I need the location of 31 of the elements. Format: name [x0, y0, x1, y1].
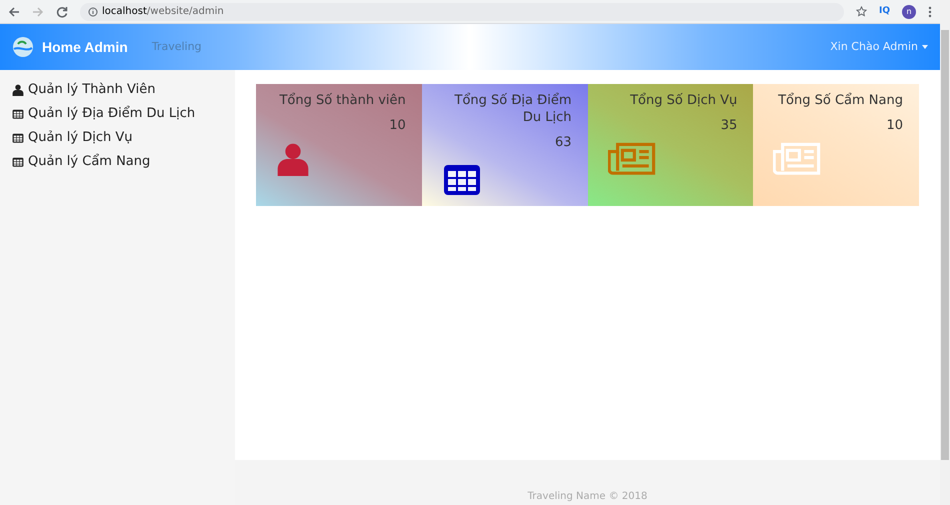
table-icon — [12, 108, 24, 120]
card-title: Tổng Số Cẩm Nang — [777, 92, 903, 109]
sidebar-link[interactable]: Quản lý Dịch Vụ — [28, 128, 133, 148]
globe-logo-icon — [12, 36, 34, 58]
back-icon[interactable] — [8, 6, 20, 18]
url-text: localhost/website/admin — [102, 5, 224, 19]
card-title: Tổng Số Dịch Vụ — [629, 92, 738, 109]
card-title: Tổng Số Địa Điểm Du Lịch — [454, 92, 572, 126]
card-title: Tổng Số thành viên — [278, 92, 406, 109]
sidebar-link[interactable]: Quản lý Thành Viên — [28, 80, 156, 100]
person-icon — [276, 142, 310, 176]
card-count: 10 — [388, 117, 406, 135]
info-icon — [88, 6, 98, 16]
sidebar-link[interactable]: Quản lý Địa Điểm Du Lịch — [28, 104, 196, 124]
newspaper-icon — [608, 142, 656, 176]
footer-text: Traveling Name © 2018 — [528, 490, 648, 504]
star-icon[interactable] — [856, 6, 867, 17]
menu-icon[interactable] — [928, 6, 932, 18]
extension-button[interactable]: IQ — [879, 4, 890, 18]
card-count: 63 — [554, 134, 572, 152]
reload-icon[interactable] — [56, 6, 68, 18]
table-icon — [12, 132, 24, 144]
sidebar-link[interactable]: Quản lý Cẩm Nang — [28, 152, 150, 172]
card-count: 35 — [720, 117, 738, 135]
address-bar[interactable]: localhost/website/admin — [80, 2, 844, 20]
person-icon — [12, 84, 24, 96]
card-count: 10 — [885, 117, 903, 135]
caret-icon — [922, 45, 928, 49]
newspaper-icon — [773, 142, 822, 176]
table-icon — [12, 156, 24, 168]
profile-avatar[interactable]: n — [902, 4, 916, 18]
